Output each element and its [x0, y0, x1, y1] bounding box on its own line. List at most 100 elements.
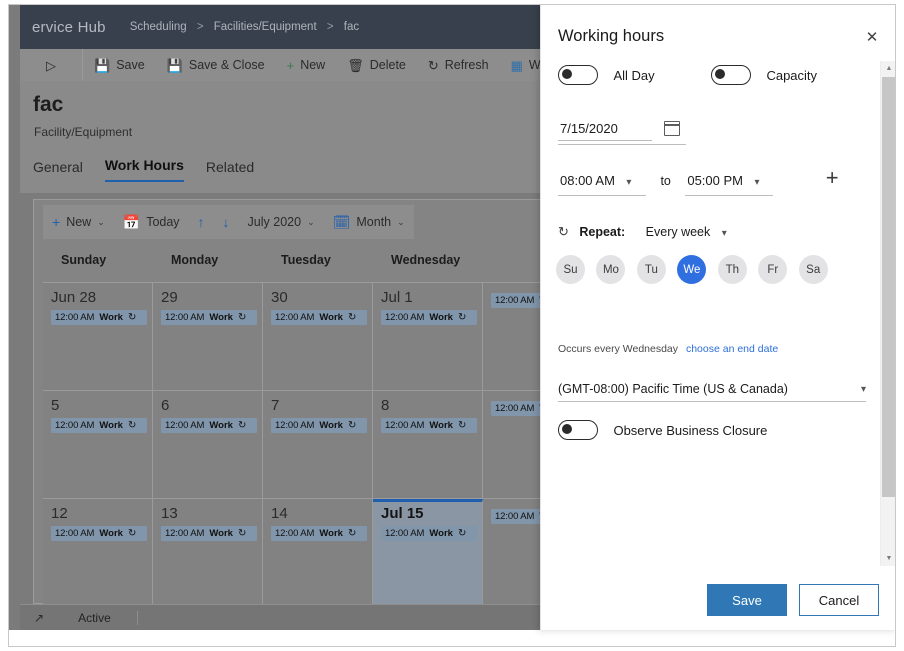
calendar-event[interactable]: 12:00 AM Work ↻	[381, 418, 477, 433]
chevron-down-icon[interactable]: ▾	[626, 177, 631, 188]
calendar-event-time: 12:00 AM	[275, 312, 315, 323]
calendar-event[interactable]: 12:00 AM Work ↻	[161, 418, 257, 433]
calendar-day-cell[interactable]: 5 12:00 AM Work ↻	[43, 391, 153, 498]
close-icon[interactable]: ✕	[861, 26, 883, 48]
chevron-down-icon[interactable]: ▾	[754, 177, 759, 188]
start-time-select[interactable]: 08:00 AM	[558, 173, 615, 192]
calendar-day-cell[interactable]: 12 12:00 AM Work ↻	[43, 499, 153, 606]
date-input[interactable]: 7/15/2020	[558, 121, 652, 141]
tab-related[interactable]: Related	[206, 159, 254, 182]
calendar-next-button[interactable]: ↓	[214, 205, 239, 239]
calendar-day-number: 13	[161, 505, 178, 522]
calendar-event[interactable]: 12:00 AM Work ↻	[51, 526, 147, 541]
calendar-day-cell[interactable]: 8 12:00 AM Work ↻	[373, 391, 483, 498]
calendar-event[interactable]: 12:00 AM Work ↻	[271, 526, 367, 541]
business-closure-row: Observe Business Closure	[558, 420, 767, 440]
save-button[interactable]: 💾 Save	[83, 49, 156, 81]
calendar-day-cell[interactable]: 14 12:00 AM Work ↻	[263, 499, 373, 606]
trash-icon: 🗑	[347, 57, 364, 73]
panel-footer: Save Cancel	[541, 570, 895, 630]
breadcrumb-separator: >	[196, 21, 204, 33]
day-toggle-we[interactable]: We	[677, 255, 707, 284]
panel-scrollbar[interactable]: ▲ ▼	[880, 61, 895, 566]
calendar-day-cell[interactable]: Jul 1 12:00 AM Work ↻	[373, 283, 483, 390]
calendar-icon[interactable]	[664, 121, 681, 137]
repeat-row: ↻ Repeat: Every week ▾	[558, 223, 727, 241]
capacity-toggle[interactable]	[711, 65, 751, 85]
refresh-button[interactable]: ↻ Refresh	[417, 49, 500, 81]
calendar-event[interactable]: 12:00 AM Work ↻	[161, 310, 257, 325]
form-tabs: General Work Hours Related	[33, 157, 254, 182]
calendar-day-cell[interactable]: 29 12:00 AM Work ↻	[153, 283, 263, 390]
save-and-close-button[interactable]: 💾 Save & Close	[156, 49, 276, 81]
collapse-panel-button[interactable]: ▷	[20, 49, 83, 81]
calendar-day-number: 8	[381, 397, 390, 414]
recurrence-icon: ↻	[127, 419, 137, 431]
tab-work-hours[interactable]: Work Hours	[104, 157, 184, 182]
timezone-value: (GMT-08:00) Pacific Time (US & Canada)	[558, 382, 788, 396]
panel-save-button[interactable]: Save	[707, 584, 787, 616]
calendar-day-cell[interactable]: Jun 28 12:00 AM Work ↻	[43, 283, 153, 390]
all-day-toggle[interactable]	[558, 65, 598, 85]
save-close-icon: 💾	[166, 57, 183, 73]
breadcrumb-item-fac[interactable]: fac	[344, 21, 359, 33]
calendar-event[interactable]: 12:00 AM Work ↻	[51, 310, 147, 325]
scroll-down-icon[interactable]: ▼	[881, 551, 895, 566]
calendar-event-time: 12:00 AM	[165, 312, 205, 323]
calendar-day-cell-selected[interactable]: Jul 15 12:00 AM Work ↻	[373, 499, 483, 606]
calendar-event-label: Work	[319, 312, 343, 323]
calendar-event-label: Work	[319, 420, 343, 431]
business-closure-toggle[interactable]	[558, 420, 598, 440]
day-toggle-mo[interactable]: Mo	[596, 255, 626, 284]
calendar-today-label: Today	[146, 215, 180, 229]
breadcrumb-item-scheduling[interactable]: Scheduling	[130, 21, 187, 33]
work-hours-icon: ▦	[510, 57, 523, 73]
recurrence-icon: ↻	[347, 527, 357, 539]
calendar-prev-button[interactable]: ↑	[189, 205, 214, 239]
panel-cancel-button[interactable]: Cancel	[799, 584, 879, 616]
calendar-event[interactable]: 12:00 AM Work ↻	[381, 526, 477, 541]
new-button[interactable]: + New	[276, 49, 337, 81]
tab-general[interactable]: General	[33, 159, 83, 182]
scroll-up-icon[interactable]: ▲	[881, 61, 895, 76]
recurrence-icon: ↻	[457, 527, 467, 539]
calendar-day-number: 6	[161, 397, 170, 414]
repeat-label: Repeat:	[579, 225, 626, 239]
timezone-select[interactable]: (GMT-08:00) Pacific Time (US & Canada) ▾	[558, 382, 866, 402]
calendar-view-selector[interactable]: 🗓 Month ⌄	[324, 205, 414, 239]
end-time-select[interactable]: 05:00 PM	[685, 173, 743, 192]
calendar-month-icon: 🗓	[332, 213, 351, 230]
calendar-event[interactable]: 12:00 AM Work ↻	[381, 310, 477, 325]
day-toggle-th[interactable]: Th	[717, 255, 747, 284]
arrow-down-icon: ↓	[222, 214, 230, 230]
calendar-day-cell[interactable]: 30 12:00 AM Work ↻	[263, 283, 373, 390]
calendar-today-button[interactable]: 📅 Today	[114, 205, 189, 239]
popout-icon[interactable]: ↗	[34, 611, 44, 625]
day-toggle-sa[interactable]: Sa	[798, 255, 828, 284]
panel-title: Working hours	[558, 27, 665, 45]
recurrence-icon: ↻	[127, 527, 137, 539]
day-toggle-tu[interactable]: Tu	[636, 255, 666, 284]
breadcrumb-item-facilities[interactable]: Facilities/Equipment	[214, 21, 317, 33]
calendar-event[interactable]: 12:00 AM Work ↻	[271, 310, 367, 325]
delete-button[interactable]: 🗑 Delete	[336, 49, 417, 81]
day-toggle-fr[interactable]: Fr	[758, 255, 788, 284]
calendar-day-cell[interactable]: 13 12:00 AM Work ↻	[153, 499, 263, 606]
add-time-range-button[interactable]: +	[826, 165, 839, 190]
chevron-down-icon[interactable]: ▾	[722, 228, 727, 239]
calendar-event[interactable]: 12:00 AM Work ↻	[271, 418, 367, 433]
calendar-event[interactable]: 12:00 AM Work ↻	[161, 526, 257, 541]
scrollbar-thumb[interactable]	[882, 77, 895, 497]
calendar-new-button[interactable]: + New ⌄	[43, 205, 114, 239]
calendar-day-cell[interactable]: 7 12:00 AM Work ↻	[263, 391, 373, 498]
calendar-period-selector[interactable]: July 2020 ⌄	[239, 205, 324, 239]
calendar-event-time: 12:00 AM	[385, 420, 425, 431]
day-toggle-su[interactable]: Su	[556, 255, 585, 284]
calendar-event-time: 12:00 AM	[55, 312, 95, 323]
recurrence-icon: ↻	[237, 311, 247, 323]
calendar-day-cell[interactable]: 6 12:00 AM Work ↻	[153, 391, 263, 498]
calendar-event[interactable]: 12:00 AM Work ↻	[51, 418, 147, 433]
repeat-value[interactable]: Every week	[646, 225, 711, 239]
calendar-event-label: Work	[429, 528, 453, 539]
choose-end-date-link[interactable]: choose an end date	[686, 343, 778, 355]
